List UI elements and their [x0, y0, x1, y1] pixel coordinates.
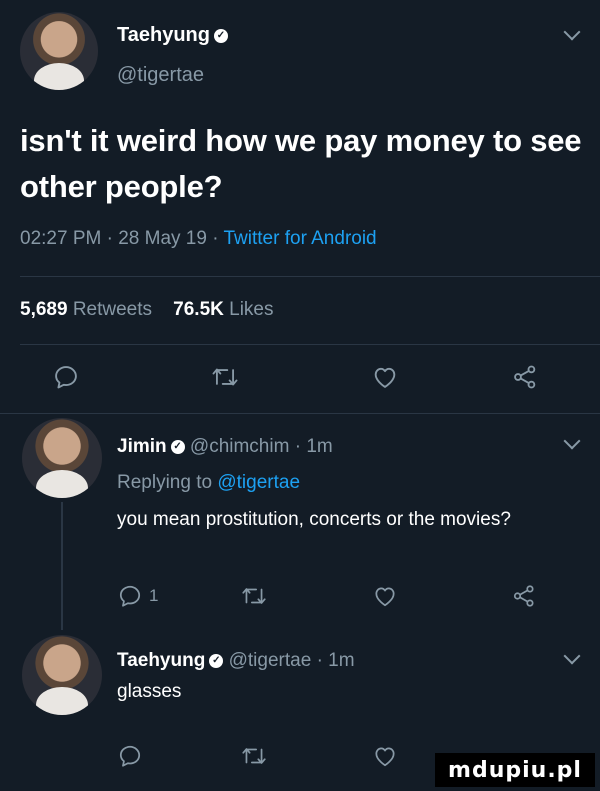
meta-separator: · — [106, 228, 113, 249]
reply-header: Jimin ✓ @chimchim · 1m — [117, 436, 333, 458]
reply-icon — [119, 585, 141, 607]
retweet-icon — [212, 368, 238, 386]
reply-author-handle[interactable]: @chimchim — [190, 436, 290, 457]
share-button[interactable] — [511, 361, 539, 393]
main-tweet-actions — [0, 361, 600, 393]
reply-text: glasses — [117, 681, 182, 702]
likes-label: Likes — [229, 299, 274, 320]
replying-to-handle[interactable]: @tigertae — [217, 472, 300, 493]
retweet-button[interactable] — [240, 740, 268, 772]
likes-count: 76.5K — [173, 299, 224, 320]
reply-text: you mean prostitution, concerts or the m… — [117, 509, 511, 530]
main-author-name-text: Taehyung — [117, 24, 210, 46]
chevron-down-icon[interactable] — [563, 647, 581, 665]
divider — [20, 344, 600, 345]
reply-button[interactable]: 1 — [117, 580, 158, 612]
retweet-button[interactable] — [210, 361, 240, 393]
heart-icon — [374, 367, 396, 388]
retweets-stat[interactable]: 5,689 Retweets — [20, 299, 152, 320]
verified-badge-icon: ✓ — [209, 653, 224, 668]
watermark-logo: mdupiu.pl — [435, 753, 595, 787]
like-button[interactable] — [372, 580, 398, 612]
reply-button[interactable] — [52, 361, 80, 393]
main-tweet-meta: 02:27 PM · 28 May 19 · Twitter for Andro… — [20, 228, 377, 250]
divider — [20, 276, 600, 277]
retweets-count: 5,689 — [20, 299, 68, 320]
tweet-time: 02:27 PM — [20, 228, 102, 249]
reply-author-avatar[interactable] — [22, 418, 102, 498]
verified-badge-icon: ✓ — [213, 28, 228, 43]
main-tweet-text: isn't it weird how we pay money to see o… — [20, 123, 582, 204]
reply-actions: 1 — [0, 580, 600, 612]
reply-time: 1m — [328, 650, 355, 671]
divider — [0, 413, 600, 414]
reply-icon — [55, 366, 77, 389]
reply-author-handle[interactable]: @tigertae — [229, 650, 312, 671]
main-author-avatar[interactable] — [20, 12, 98, 90]
tweet-stats: 5,689 Retweets 76.5K Likes — [20, 299, 274, 321]
reply-button[interactable] — [117, 740, 143, 772]
reply-author-name[interactable]: Jimin — [117, 436, 167, 457]
retweet-icon — [242, 588, 266, 604]
replying-to-label: Replying to — [117, 472, 213, 493]
reply-author-name[interactable]: Taehyung — [117, 650, 205, 671]
retweet-button[interactable] — [240, 580, 268, 612]
chevron-down-icon[interactable] — [563, 432, 581, 450]
chevron-down-icon[interactable] — [563, 23, 581, 41]
reply-icon — [119, 745, 141, 767]
reply-time: 1m — [306, 436, 333, 457]
reply-header: Taehyung ✓ @tigertae · 1m — [117, 650, 355, 672]
reply-count: 1 — [149, 586, 159, 605]
retweets-label: Retweets — [72, 299, 153, 320]
tweet-source-link[interactable]: Twitter for Android — [224, 228, 377, 249]
replying-to-line: Replying to @tigertae — [117, 472, 300, 494]
meta-separator: · — [294, 436, 302, 457]
main-author-handle[interactable]: @tigertae — [117, 64, 204, 87]
verified-badge-icon: ✓ — [170, 439, 185, 454]
main-author-name[interactable]: Taehyung ✓ — [117, 24, 228, 47]
meta-separator: · — [212, 228, 219, 249]
reply-author-avatar[interactable] — [22, 635, 102, 715]
likes-stat[interactable]: 76.5K Likes — [173, 299, 273, 320]
like-button[interactable] — [371, 361, 399, 393]
share-button[interactable] — [511, 580, 537, 612]
heart-icon — [375, 587, 395, 607]
meta-separator: · — [316, 650, 323, 671]
share-icon — [513, 585, 534, 607]
tweet-date: 28 May 19 — [118, 228, 207, 249]
like-button[interactable] — [372, 740, 398, 772]
share-icon — [514, 365, 536, 389]
heart-icon — [375, 747, 395, 767]
retweet-icon — [242, 748, 266, 764]
